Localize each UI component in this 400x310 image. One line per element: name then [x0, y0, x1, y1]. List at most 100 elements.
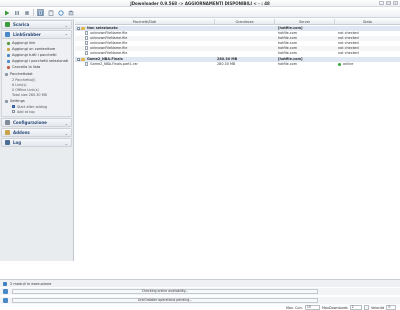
menu-label: Aggiungi i pacchetti selezionati: [12, 59, 69, 63]
file-name: Game2_NBA.Finals.part1.rar: [90, 62, 138, 66]
modules-text: 2 moduli in esecuzione: [10, 281, 52, 286]
file-name: unknownFileName.file: [90, 36, 128, 40]
table-row[interactable]: Game2_NBA.Finals.part1.rar 280.30 MB hot…: [75, 62, 400, 67]
option-add-at-top[interactable]: Add at top: [4, 109, 69, 114]
group-label: Pacchettotot: [10, 72, 33, 76]
column-header-name[interactable]: Pacchetti/Dati: [75, 19, 215, 25]
update-icon[interactable]: [67, 9, 74, 16]
speed-controls: Velocità 0: [362, 304, 397, 310]
modules-icon: [3, 281, 7, 286]
add-icon[interactable]: [37, 9, 44, 16]
delete-icon: [7, 65, 10, 69]
speed-label: Velocità: [371, 305, 385, 310]
collapse-icon[interactable]: −: [77, 57, 81, 61]
toolbar-separator: [33, 9, 34, 16]
file-icon: [85, 46, 88, 50]
chevron-down-icon: ⌄: [64, 23, 68, 28]
panel-label: LinkGrabber: [13, 32, 41, 37]
file-name: unknownFileName.file: [90, 41, 128, 45]
downloads-controls: MaxDownloads 2: [322, 304, 362, 310]
folder-icon: [81, 26, 85, 30]
bottom-controls: Max. Con. 15: [286, 304, 320, 310]
progress-text: LinkGrabber operations pending...: [137, 298, 193, 302]
chevron-down-icon: ⌄: [64, 121, 68, 126]
checkbox-checked[interactable]: [12, 105, 15, 108]
play-icon[interactable]: [3, 9, 10, 16]
max-connections-spinner[interactable]: 15: [304, 305, 320, 310]
file-size: 280.30 MB: [217, 62, 236, 66]
checkbox[interactable]: [12, 110, 15, 113]
panel-label: Configurazione: [13, 120, 47, 125]
clipboard-icon[interactable]: [47, 9, 54, 16]
collapse-icon[interactable]: −: [77, 26, 81, 30]
gear-icon: [5, 99, 8, 103]
container-icon: [7, 47, 10, 51]
package-icon: [7, 59, 10, 63]
panel-label: Scarica: [13, 22, 30, 27]
minimize-button[interactable]: _: [379, 1, 384, 5]
menu-clear-list[interactable]: Cancella la lista: [4, 64, 69, 70]
toolbar: [0, 8, 400, 18]
menu-label: Aggiungi tutti i pacchetti: [12, 53, 57, 57]
chevron-up-icon: ⌃: [64, 33, 68, 38]
close-button[interactable]: ×: [393, 1, 398, 5]
package-icon: [7, 53, 10, 57]
sidebar-panel-log[interactable]: Log ⌄: [1, 138, 72, 147]
column-header-status[interactable]: Stato: [335, 19, 400, 25]
column-header-size[interactable]: Grandezza: [215, 19, 275, 25]
title-bar: JDownloader 0.9.568 -> AGGIORNAMENTI DIS…: [0, 0, 400, 7]
option-label: Add at top: [17, 109, 35, 114]
reconnect-toggle-icon[interactable]: [364, 305, 369, 310]
sidebar-panel-addons[interactable]: Addons ⌄: [1, 128, 72, 137]
file-icon: [85, 36, 88, 40]
availability-progress-bar: Checking online availability...: [12, 289, 318, 294]
log-icon: [5, 140, 10, 145]
file-icon: [85, 51, 88, 55]
reconnect-icon[interactable]: [57, 9, 64, 16]
stat-total-size: Total size 280.30 MB: [12, 92, 47, 97]
file-icon: [85, 62, 88, 66]
stop-icon[interactable]: [23, 9, 30, 16]
linkgrabber-progress-bar: LinkGrabber operations pending...: [12, 298, 318, 303]
info-icon: [5, 72, 8, 76]
chevron-down-icon: ⌄: [64, 141, 68, 146]
max-downloads-label: MaxDownloads: [322, 305, 348, 310]
file-name: unknownFileName.file: [90, 31, 128, 35]
file-name: unknownFileName.file: [90, 46, 128, 50]
module-icon: [3, 289, 8, 294]
file-host: hotfile.com: [278, 62, 298, 66]
progress-row-linkgrabber: LinkGrabber operations pending...: [0, 297, 400, 304]
column-header-host[interactable]: Server: [275, 19, 335, 25]
package-name: Non selezionato: [87, 26, 118, 30]
file-status: not checked: [338, 51, 359, 55]
file-icon: [85, 41, 88, 45]
table-row[interactable]: unknownFileName.file hotfile.com not che…: [75, 51, 400, 56]
file-icon: [85, 31, 88, 35]
sidebar-panel-linkgrabber[interactable]: LinkGrabber ⌃: [1, 30, 72, 39]
panel-label: Log: [13, 140, 22, 145]
folder-icon: [81, 57, 85, 61]
online-status-icon: [338, 62, 341, 66]
file-host: hotfile.com: [278, 51, 298, 55]
sidebar-panel-scarica[interactable]: Scarica ⌄: [1, 20, 72, 29]
max-connections-label: Max. Con.: [286, 305, 303, 310]
max-downloads-spinner[interactable]: 2: [349, 305, 362, 310]
add-icon: [7, 41, 10, 45]
progress-row-availability: Checking online availability...: [0, 288, 400, 295]
pause-icon[interactable]: [13, 9, 20, 16]
download-icon: [5, 22, 10, 27]
menu-label: Aggiungi un contenitore: [12, 47, 56, 51]
menu-label: Cancella la lista: [12, 65, 41, 69]
group-label: Settings: [10, 99, 25, 103]
window-title: JDownloader 0.9.568 -> AGGIORNAMENTI DIS…: [130, 1, 270, 6]
chevron-down-icon: ⌄: [64, 131, 68, 136]
option-label: Start after adding: [17, 104, 48, 109]
maximize-button[interactable]: □: [386, 1, 391, 5]
menu-label: Aggiungi link: [12, 41, 36, 45]
sidebar-panel-configurazione[interactable]: Configurazione ⌄: [1, 118, 72, 127]
modules-status-bar: 2 moduli in esecuzione: [0, 279, 400, 287]
panel-label: Addons: [13, 130, 30, 135]
speed-spinner[interactable]: 0: [386, 305, 397, 310]
module-icon: [3, 298, 8, 303]
table-header: Pacchetti/Dati Grandezza Server Stato: [75, 19, 400, 25]
